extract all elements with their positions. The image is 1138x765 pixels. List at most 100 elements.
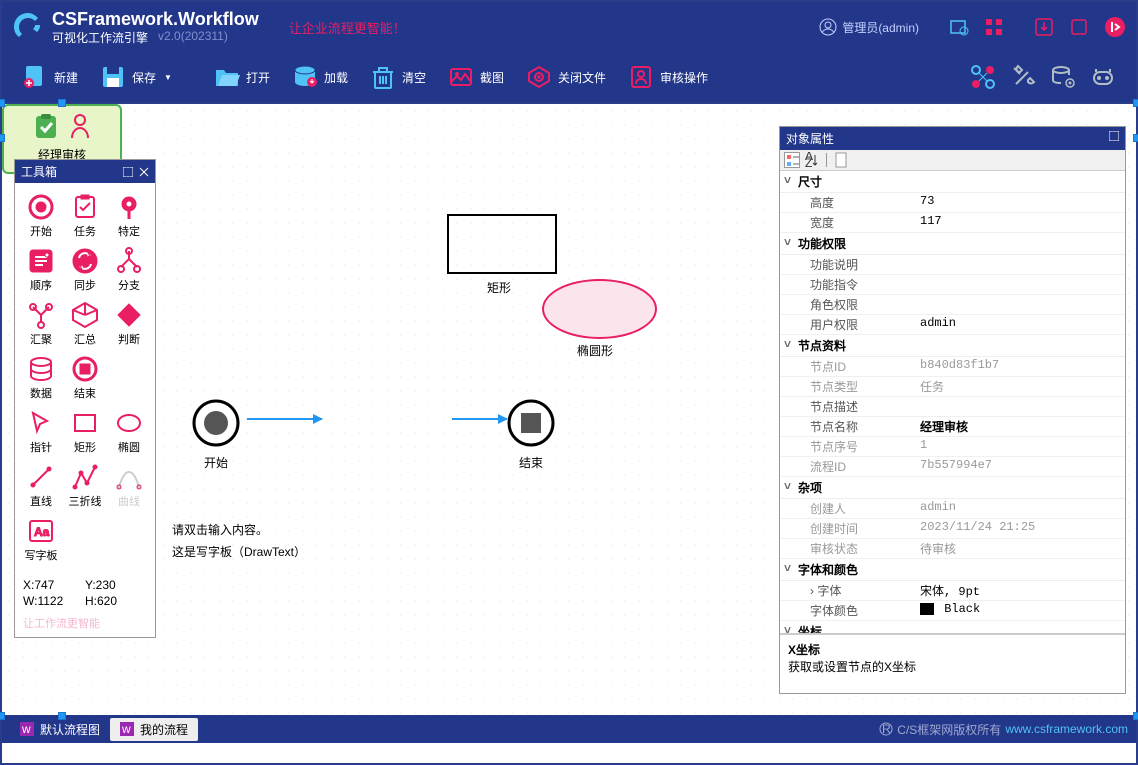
svg-text:Z: Z [805, 156, 812, 168]
toolbox-pin[interactable]: 特定 [107, 189, 151, 243]
prop-row[interactable]: 角色权限 [780, 295, 1125, 315]
rect-shape[interactable] [447, 214, 557, 274]
audit-button[interactable]: 审核操作 [618, 59, 718, 95]
tab-default[interactable]: w默认流程图 [10, 718, 110, 741]
prop-category[interactable]: 尺寸 [780, 171, 1125, 193]
new-button[interactable]: 新建 [12, 59, 88, 95]
toolbox-pin-icon[interactable] [123, 167, 133, 177]
app-subtitle: 可视化工作流引擎 [52, 29, 148, 46]
props-title: 对象属性 [786, 130, 834, 147]
tab-myflow[interactable]: w我的流程 [110, 718, 198, 741]
toolbox-decision[interactable]: 判断 [107, 297, 151, 351]
prop-category[interactable]: 字体和颜色 [780, 559, 1125, 581]
prop-category[interactable]: 节点资料 [780, 335, 1125, 357]
load-button[interactable]: 加载 [282, 59, 358, 95]
prop-row[interactable]: 节点类型任务 [780, 377, 1125, 397]
prop-category[interactable]: 坐标 [780, 621, 1125, 633]
props-pin-icon[interactable] [1109, 131, 1119, 141]
prop-row[interactable]: 流程ID7b557994e7 [780, 457, 1125, 477]
ellipse-shape[interactable] [542, 279, 657, 339]
app-logo-icon [12, 11, 44, 43]
toolbox-seq[interactable]: 顺序 [19, 243, 63, 297]
toolbox-panel: 工具箱 开始任务特定顺序同步分支汇聚汇总判断数据结束指针矩形椭圆直线三折线曲线 A… [14, 159, 156, 638]
toolbox-blank [107, 351, 151, 405]
toolbox-merge[interactable]: 汇聚 [19, 297, 63, 351]
toolbox-rect[interactable]: 矩形 [63, 405, 107, 459]
toolbox-pointer[interactable]: 指针 [19, 405, 63, 459]
title-bar: CSFramework.Workflow 可视化工作流引擎 v2.0(202311… [2, 2, 1136, 52]
db-settings-icon[interactable] [1050, 64, 1076, 90]
prop-row[interactable]: 创建时间2023/11/24 21:25 [780, 519, 1125, 539]
toolbox-close-icon[interactable] [139, 167, 149, 177]
props-help: X坐标 获取或设置节点的X坐标 [780, 633, 1125, 693]
import-icon[interactable] [1034, 17, 1054, 37]
exit-icon[interactable] [1104, 16, 1126, 38]
prop-row[interactable]: 节点序号1 [780, 437, 1125, 457]
toolbox-title: 工具箱 [21, 163, 57, 180]
prop-row[interactable]: 字体颜色 Black [780, 601, 1125, 621]
prop-row[interactable]: 审核状态待审核 [780, 539, 1125, 559]
prop-row[interactable]: 高度73 [780, 193, 1125, 213]
prop-row[interactable]: 宽度117 [780, 213, 1125, 233]
prop-row[interactable]: 节点描述 [780, 397, 1125, 417]
open-button[interactable]: 打开 [204, 59, 280, 95]
ellipse-label: 椭圆形 [577, 342, 613, 359]
close-file-button[interactable]: 关闭文件 [516, 59, 616, 95]
footer-link[interactable]: www.csframework.com [1005, 722, 1128, 736]
toolbox-text[interactable]: Aa写字板 [19, 513, 63, 567]
prop-category[interactable]: 功能权限 [780, 233, 1125, 255]
screenshot-button[interactable]: 截图 [438, 59, 514, 95]
drawtext[interactable]: 请双击输入内容。 这是写字板（DrawText） [172, 519, 306, 563]
module-icon[interactable] [1090, 64, 1116, 90]
toolbox-start[interactable]: 开始 [19, 189, 63, 243]
status-bar: w默认流程图 w我的流程 R C/S框架网版权所有 www.csframewor… [2, 715, 1136, 743]
end-node[interactable]: 结束 [507, 399, 555, 471]
prop-row[interactable]: 节点IDb840d83f1b7 [780, 357, 1125, 377]
toolbox-branch[interactable]: 分支 [107, 243, 151, 297]
props-page-icon[interactable] [833, 152, 849, 168]
svg-text:w: w [121, 722, 131, 736]
window-icon[interactable] [1069, 17, 1089, 37]
start-node[interactable]: 开始 [192, 399, 240, 471]
app-version: v2.0(202311) [158, 29, 228, 46]
grid-icon[interactable] [984, 17, 1004, 37]
coord-h: H:620 [85, 593, 147, 609]
app-title: CSFramework.Workflow [52, 9, 259, 29]
settings-icon[interactable] [949, 17, 969, 37]
nodes-icon[interactable] [970, 64, 996, 90]
coord-w: W:1122 [23, 593, 85, 609]
svg-text:w: w [21, 722, 31, 736]
user-icon [819, 18, 837, 36]
main-area: 矩形 椭圆形 开始 经理审核 结束 请双击输入内容。 这是写字板（DrawTex… [2, 102, 1136, 715]
tools-icon[interactable] [1010, 64, 1036, 90]
prop-row[interactable]: › 字体宋体, 9pt [780, 581, 1125, 601]
tagline: 让企业流程更智能！ [289, 18, 820, 37]
connector-1[interactable] [247, 418, 322, 420]
toolbox-polyline[interactable]: 三折线 [63, 459, 107, 513]
toolbox-data[interactable]: 数据 [19, 351, 63, 405]
clear-button[interactable]: 清空 [360, 59, 436, 95]
toolbox-ellipse[interactable]: 椭圆 [107, 405, 151, 459]
prop-row[interactable]: 功能指令 [780, 275, 1125, 295]
toolbox-curve[interactable]: 曲线 [107, 459, 151, 513]
prop-row[interactable]: 用户权限admin [780, 315, 1125, 335]
toolbox-end[interactable]: 结束 [63, 351, 107, 405]
toolbox-line[interactable]: 直线 [19, 459, 63, 513]
prop-row[interactable]: 节点名称经理审核 [780, 417, 1125, 437]
user-info[interactable]: 管理员(admin) [819, 18, 919, 36]
toolbox-summary[interactable]: 汇总 [63, 297, 107, 351]
copyright-icon: R [879, 722, 893, 736]
alphabetical-icon[interactable]: AZ [804, 152, 820, 168]
props-toolbar: AZ [780, 150, 1125, 171]
props-grid[interactable]: 尺寸高度73宽度117功能权限功能说明功能指令角色权限用户权限admin节点资料… [780, 171, 1125, 633]
categorized-icon[interactable] [784, 152, 800, 168]
svg-text:R: R [882, 722, 891, 736]
connector-2[interactable] [452, 418, 507, 420]
prop-row[interactable]: 功能说明 [780, 255, 1125, 275]
save-button[interactable]: 保存▼ [90, 59, 182, 95]
toolbox-sync[interactable]: 同步 [63, 243, 107, 297]
prop-row[interactable]: 创建人admin [780, 499, 1125, 519]
toolbox-task[interactable]: 任务 [63, 189, 107, 243]
prop-category[interactable]: 杂项 [780, 477, 1125, 499]
task-check-icon [32, 112, 60, 140]
